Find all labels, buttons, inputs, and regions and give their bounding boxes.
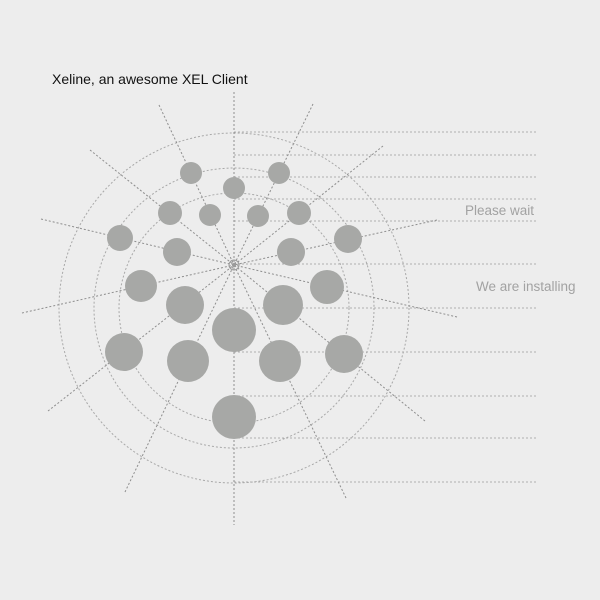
node-dot (247, 205, 269, 227)
node-dot (125, 270, 157, 302)
node-dot (310, 270, 344, 304)
node-dot (180, 162, 202, 184)
node-dot (166, 286, 204, 324)
node-dot (199, 204, 221, 226)
node-dot (163, 238, 191, 266)
node-dot (287, 201, 311, 225)
node-dot (167, 340, 209, 382)
node-dot (334, 225, 362, 253)
node-dot (259, 340, 301, 382)
node-dot (268, 162, 290, 184)
node-dot (223, 177, 245, 199)
node-dot (325, 335, 363, 373)
node-dot (212, 308, 256, 352)
loading-graphic (21, 92, 537, 525)
node-dot (107, 225, 133, 251)
node-dot (212, 395, 256, 439)
hub-inner (232, 263, 236, 267)
node-dot (263, 285, 303, 325)
node-dot (105, 333, 143, 371)
spoke (233, 103, 314, 266)
spoke (40, 218, 235, 266)
node-dot (158, 201, 182, 225)
node-dot (277, 238, 305, 266)
